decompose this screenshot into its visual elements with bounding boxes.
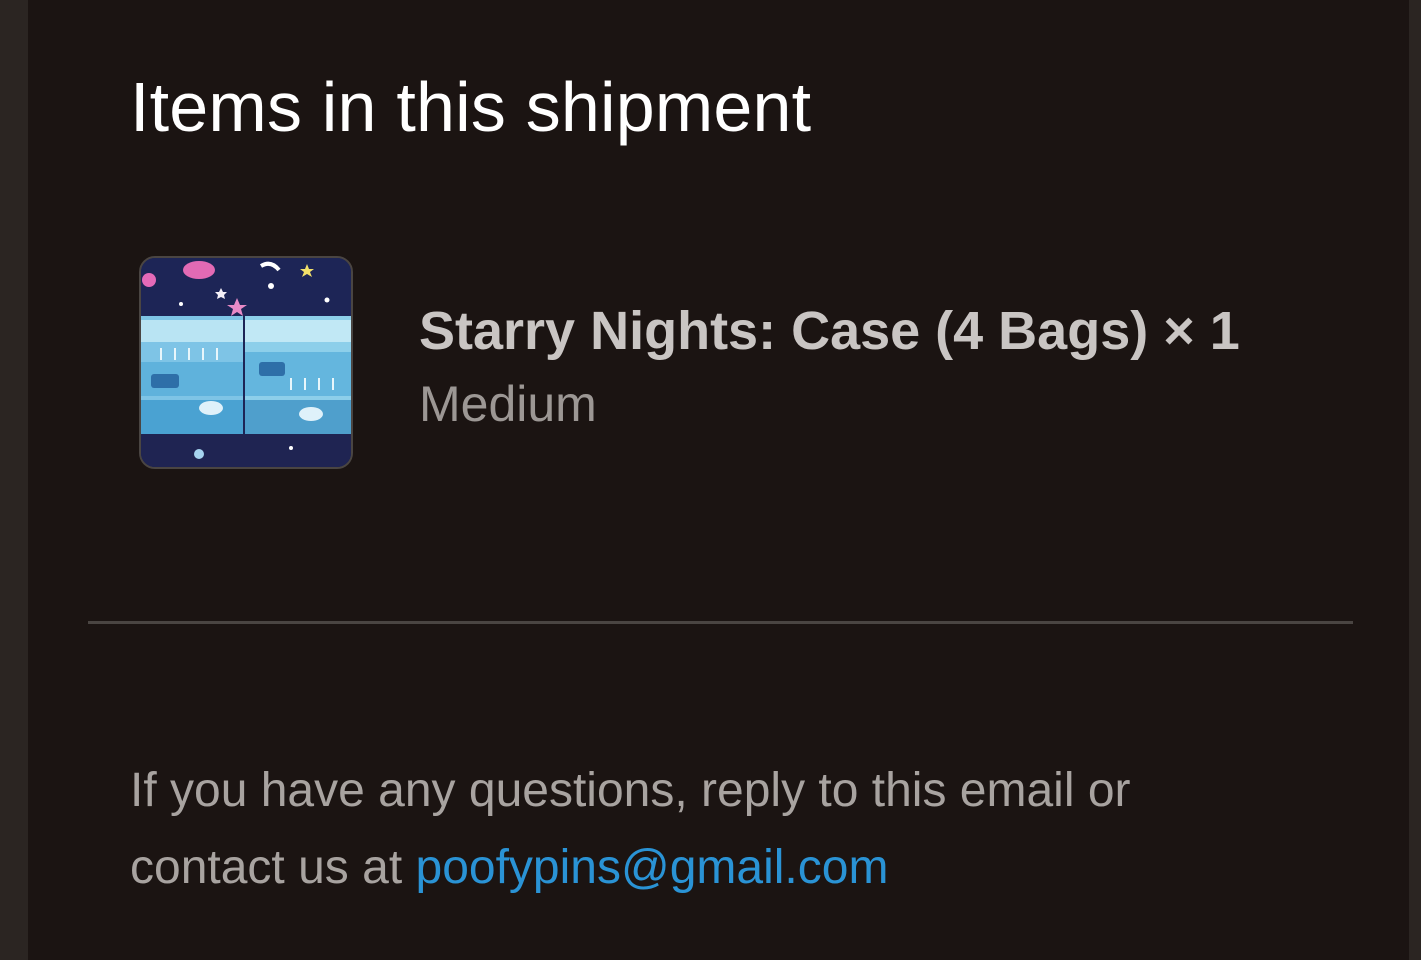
right-edge [1409, 0, 1421, 960]
item-variant: Medium [419, 376, 597, 432]
product-image-icon [141, 258, 351, 467]
section-title: Items in this shipment [130, 68, 812, 146]
contact-email-link[interactable]: poofypins@gmail.com [416, 841, 889, 894]
help-text: If you have any questions, reply to this… [130, 752, 1280, 906]
divider [88, 621, 1353, 624]
left-edge [0, 0, 28, 960]
item-name: Starry Nights: Case (4 Bags) × 1 [419, 301, 1240, 361]
product-thumbnail[interactable] [139, 256, 353, 469]
shipment-card: Items in this shipment Starry Nights: Ca… [28, 0, 1409, 960]
